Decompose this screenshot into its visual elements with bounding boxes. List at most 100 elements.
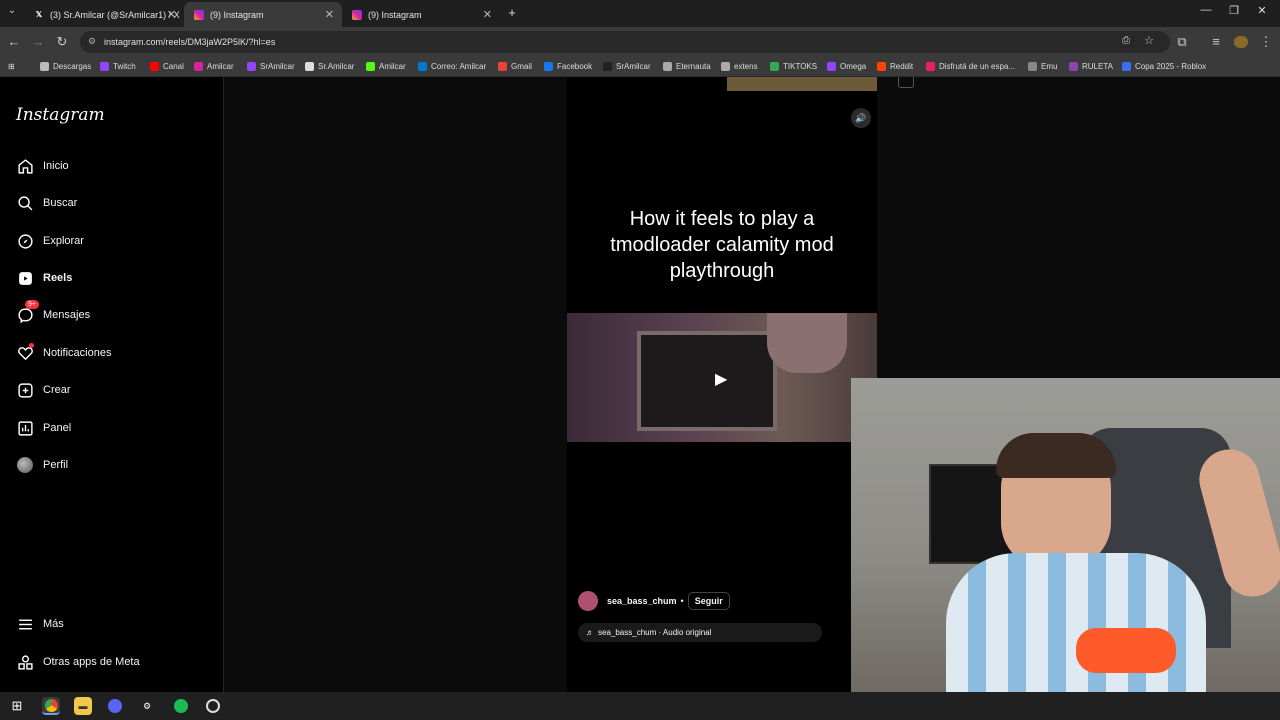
- bookmark-item[interactable]: Amilcar: [194, 62, 234, 71]
- chrome-icon[interactable]: [42, 697, 60, 715]
- tab-instagram[interactable]: (9) Instagram ✕: [342, 2, 500, 27]
- bookmark-item[interactable]: extens: [721, 62, 758, 71]
- forward-icon[interactable]: →: [30, 34, 46, 49]
- discord-icon[interactable]: [106, 697, 124, 715]
- bookmark-item[interactable]: TIKTOKS: [770, 62, 817, 71]
- bookmark-label: Canal: [163, 62, 184, 71]
- close-icon[interactable]: ✕: [325, 8, 334, 21]
- bookmark-item[interactable]: Amilcar: [366, 62, 406, 71]
- reload-icon[interactable]: ↻: [54, 34, 70, 50]
- sidebar-item-label: Panel: [43, 422, 72, 434]
- instagram-sidebar: Instagram Inicio Buscar Explorar Reels 9…: [0, 77, 224, 692]
- search-icon: [16, 194, 34, 212]
- spotify-icon[interactable]: [172, 697, 190, 715]
- reel-options-icon[interactable]: [898, 77, 914, 88]
- author-avatar[interactable]: [578, 591, 598, 611]
- tab-x[interactable]: 𝕏 (3) Sr.Amilcar (@SrAmilcar1) / X ✕: [24, 2, 184, 27]
- windows-start-icon[interactable]: ⊞: [8, 697, 26, 715]
- tab-instagram-active[interactable]: (9) Instagram ✕: [184, 2, 342, 27]
- bookmark-item[interactable]: Copa 2025 - Roblox: [1122, 62, 1206, 71]
- sidebar-item-inicio[interactable]: Inicio: [16, 157, 69, 175]
- bookmark-label: Twitch: [113, 62, 136, 71]
- close-window-icon[interactable]: ✕: [1252, 4, 1272, 17]
- roulette-icon: [1069, 62, 1078, 71]
- menu-icon: [16, 615, 34, 633]
- sidebar-item-reels[interactable]: Reels: [16, 269, 72, 287]
- bookmark-item[interactable]: Eternauta: [663, 62, 711, 71]
- play-icon[interactable]: ▶: [715, 369, 727, 389]
- bookmark-item[interactable]: Twitch: [100, 62, 136, 71]
- reel-audio[interactable]: ♬ sea_bass_chum · Audio original: [578, 623, 822, 642]
- bookmark-item[interactable]: Correo: Amilcar: [418, 62, 486, 71]
- bookmark-item[interactable]: RULETA: [1069, 62, 1113, 71]
- close-icon[interactable]: ✕: [167, 8, 176, 21]
- close-icon[interactable]: ✕: [483, 8, 492, 21]
- sidebar-item-mas[interactable]: Más: [16, 615, 64, 633]
- instagram-logo[interactable]: Instagram: [16, 105, 105, 125]
- author-username[interactable]: sea_bass_chum: [607, 596, 677, 606]
- chart-icon: [16, 419, 34, 437]
- sidebar-item-explorar[interactable]: Explorar: [16, 232, 84, 250]
- app-icon[interactable]: ⚙: [138, 697, 156, 715]
- install-app-icon[interactable]: ⎙: [1122, 35, 1130, 46]
- volume-icon[interactable]: 🔊: [851, 108, 871, 128]
- sidebar-item-otras-apps[interactable]: Otras apps de Meta: [16, 653, 140, 671]
- bookmark-item[interactable]: Emu: [1028, 62, 1057, 71]
- sidebar-item-label: Crear: [43, 384, 71, 396]
- sidebar-item-label: Mensajes: [43, 309, 91, 321]
- sidebar-item-panel[interactable]: Panel: [16, 419, 71, 437]
- outlook-icon: [418, 62, 427, 71]
- apps-grid-icon[interactable]: ⊞: [8, 62, 15, 71]
- tab-title: (3) Sr.Amilcar (@SrAmilcar1) / X: [50, 9, 180, 20]
- media-icon[interactable]: ≡: [1208, 34, 1224, 49]
- file-explorer-icon[interactable]: ▬: [74, 697, 92, 715]
- sidebar-item-notificaciones[interactable]: Notificaciones: [16, 343, 111, 362]
- bookmark-item[interactable]: Reddit: [877, 62, 913, 71]
- bookmark-item[interactable]: Descargas: [40, 62, 91, 71]
- bookmark-star-icon[interactable]: ☆: [1144, 34, 1154, 47]
- bookmark-item[interactable]: Sr.Amilcar: [305, 62, 354, 71]
- bookmark-item[interactable]: Omega: [827, 62, 866, 71]
- tab-title: (9) Instagram: [210, 9, 264, 20]
- follow-button[interactable]: Seguir: [687, 592, 730, 610]
- audio-label: sea_bass_chum · Audio original: [598, 628, 712, 637]
- address-bar[interactable]: ⚙ instagram.com/reels/DM3jaW2P5lK/?hl=es…: [80, 31, 1170, 53]
- bookmark-label: Omega: [840, 62, 867, 71]
- bookmark-label: Reddit: [890, 62, 914, 71]
- bookmark-item[interactable]: SrAmilcar: [603, 62, 651, 71]
- menu-dots-icon[interactable]: ⋮: [1258, 34, 1274, 50]
- url-text[interactable]: instagram.com/reels/DM3jaW2P5lK/?hl=es: [104, 37, 275, 47]
- video-frame: [637, 331, 777, 431]
- sidebar-item-crear[interactable]: Crear: [16, 381, 71, 399]
- webcam-overlay: [851, 378, 1280, 692]
- new-tab-icon[interactable]: +: [502, 5, 522, 20]
- obs-icon[interactable]: [204, 697, 222, 715]
- back-icon[interactable]: ←: [6, 34, 22, 49]
- bookmark-item[interactable]: SrAmilcar: [247, 62, 295, 71]
- bookmark-label: SrAmilcar: [616, 62, 651, 71]
- windows-taskbar: ⊞ ▬ ⚙: [0, 692, 1280, 720]
- profile-avatar[interactable]: [1234, 36, 1248, 48]
- bookmark-item[interactable]: Canal: [150, 62, 184, 71]
- site-info-icon[interactable]: ⚙: [88, 36, 96, 47]
- bookmark-item[interactable]: Facebook: [544, 62, 592, 71]
- sidebar-item-label: Inicio: [43, 160, 69, 172]
- video-figure: [767, 313, 847, 373]
- bookmark-item[interactable]: Disfrutá de un espa...: [926, 62, 1015, 71]
- sidebar-item-mensajes[interactable]: 9+ Mensajes: [16, 300, 91, 324]
- bookmark-label: Amilcar: [207, 62, 234, 71]
- sidebar-item-buscar[interactable]: Buscar: [16, 194, 77, 212]
- tab-search-icon[interactable]: ⌄: [4, 5, 20, 16]
- bookmark-label: RULETA: [1082, 62, 1113, 71]
- doc-icon: [663, 62, 672, 71]
- notification-dot: [29, 343, 34, 348]
- reel-caption: How it feels to play a tmodloader calami…: [610, 208, 834, 282]
- sidebar-item-label: Perfil: [43, 459, 69, 471]
- extensions-icon[interactable]: ⧉: [1174, 34, 1190, 50]
- minimize-icon[interactable]: —: [1196, 4, 1216, 16]
- bookmark-item[interactable]: Gmail: [498, 62, 532, 71]
- bookmark-label: extens: [734, 62, 758, 71]
- sidebar-item-perfil[interactable]: Perfil: [16, 456, 68, 474]
- bookmark-label: TIKTOKS: [783, 62, 818, 71]
- restore-icon[interactable]: ❐: [1224, 4, 1244, 17]
